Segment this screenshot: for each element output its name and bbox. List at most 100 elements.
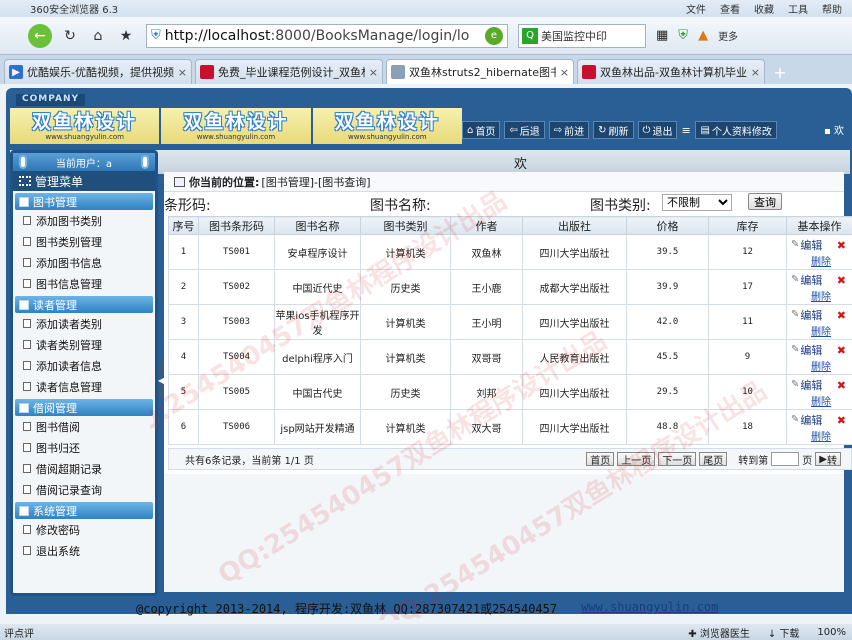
site-link[interactable]: www.shuangyulin.com (581, 600, 718, 617)
delete-link[interactable]: 删除 (811, 323, 852, 338)
table-cell: 刘邦 (450, 374, 523, 410)
table-cell: 历史类 (360, 374, 451, 410)
sidebar-group-label: 图书管理 (33, 195, 77, 209)
delete-link[interactable]: 删除 (811, 393, 852, 408)
menu-grid-icon (19, 176, 31, 186)
delete-link[interactable]: 删除 (811, 288, 852, 303)
sidebar-item-label: 添加读者类别 (36, 317, 102, 331)
nav-button-3[interactable]: ⇨ 前进 (548, 121, 590, 139)
more-menu[interactable]: 更多 (718, 28, 738, 43)
menu-favorites[interactable]: 收藏 (754, 1, 774, 16)
download-button[interactable]: ↓ 下载 (768, 625, 800, 640)
column-header: 作者 (450, 216, 523, 235)
refresh-icon[interactable]: ↻ (58, 24, 82, 48)
new-tab-icon[interactable]: + (768, 60, 792, 84)
delete-x-icon[interactable]: ✖ (837, 274, 846, 287)
security-icon[interactable]: ⛨ (678, 28, 688, 43)
nav-button-1[interactable]: ⌂ 首页 (462, 121, 501, 139)
close-icon[interactable]: × (178, 66, 187, 79)
sidebar-group-header[interactable]: 借阅管理 (15, 399, 153, 416)
table-cell: 成都大学出版社 (522, 269, 627, 305)
home-icon[interactable]: ⌂ (86, 24, 110, 48)
table-cell: TS001 (198, 234, 275, 270)
menu-help[interactable]: 帮助 (822, 1, 842, 16)
address-bar[interactable]: ⛨ http://localhost:8000/BooksManage/logi… (146, 23, 508, 48)
first-page-button[interactable]: 首页 (586, 452, 615, 467)
book-table: 序号 图书条形码 图书名称 图书类别 作者 出版社 价格 库存 基本操作 1 TS001 安卓程序设… (168, 216, 852, 445)
menu-view[interactable]: 查看 (720, 1, 740, 16)
browser-tab[interactable]: 双鱼林出品-双鱼林计算机毕业 × (577, 59, 765, 84)
sidebar-item[interactable]: 图书类别管理 (13, 231, 155, 252)
sidebar-item[interactable]: 读者类别管理 (13, 334, 155, 355)
delete-x-icon[interactable]: ✖ (837, 414, 846, 427)
next-page-button[interactable]: 下一页 (658, 452, 697, 467)
sidebar-group-header[interactable]: 系统管理 (15, 502, 153, 519)
menu-tools[interactable]: 工具 (788, 1, 808, 16)
table-cell: 王小明 (450, 304, 523, 340)
delete-x-icon[interactable]: ✖ (837, 344, 846, 357)
table-cell: 42.0 (626, 304, 709, 340)
menu-file[interactable]: 文件 (686, 1, 706, 16)
sidebar-item-label: 借阅记录查询 (36, 483, 102, 497)
sidebar-item[interactable]: 借阅记录查询 (13, 479, 155, 500)
book-name-input[interactable] (436, 196, 576, 212)
sidebar-item[interactable]: 退出系统 (13, 540, 155, 561)
delete-x-icon[interactable]: ✖ (837, 379, 846, 392)
back-icon[interactable]: ← (28, 23, 52, 48)
nav-button-2[interactable]: ⇦ 后退 (504, 121, 545, 139)
browser-tab[interactable]: 免费_毕业课程范例设计_双鱼林 × (195, 59, 383, 84)
search-text: 美国监控中印 (541, 29, 607, 43)
goto-button[interactable]: ▶ 转 (815, 452, 841, 467)
row-actions: ✎ 编辑 删除 ✖ (786, 374, 852, 410)
delete-x-icon[interactable]: ✖ (837, 309, 846, 322)
sidebar-group-header[interactable]: 图书管理 (15, 193, 153, 210)
sidebar-item[interactable]: 添加读者类别 (13, 313, 155, 334)
sidebar-item[interactable]: 添加图书类别 (13, 210, 155, 231)
browser-tab[interactable]: ▶ 优酷娱乐-优酷视频，提供视频 × (4, 59, 192, 84)
goto-page-input[interactable] (771, 452, 800, 466)
table-cell: 计算机类 (360, 234, 451, 270)
delete-x-icon[interactable]: ✖ (837, 239, 846, 252)
sidebar-item-label: 图书归还 (36, 441, 80, 455)
current-user: 当前用户：a (13, 153, 155, 171)
sidebar-item[interactable]: 添加图书信息 (13, 252, 155, 273)
close-icon[interactable]: × (560, 66, 569, 79)
close-icon[interactable]: × (751, 66, 760, 79)
delete-link[interactable]: 删除 (811, 358, 852, 373)
prev-page-button[interactable]: 上一页 (617, 452, 656, 467)
apps-icon[interactable]: ▦ (656, 28, 668, 43)
pencil-icon: ✎ (791, 344, 800, 355)
goto-label: 转到第 (738, 455, 769, 467)
document-icon (23, 546, 31, 555)
delete-link[interactable]: 删除 (811, 428, 852, 443)
nav-button-6[interactable]: ▤ 个人资料修改 (695, 121, 777, 139)
sidebar-item[interactable]: 修改密码 (13, 519, 155, 540)
table-cell: 历史类 (360, 269, 451, 305)
sidebar-item[interactable]: 图书归还 (13, 437, 155, 458)
row-actions: ✎ 编辑 删除 ✖ (786, 269, 852, 305)
search-box[interactable]: Q 美国监控中印 (518, 23, 646, 48)
document-icon (23, 525, 31, 534)
nav-button-5[interactable]: ⏻ 退出 (637, 121, 678, 139)
book-type-select[interactable]: 不限制 (662, 194, 732, 211)
query-button[interactable]: 查询 (748, 193, 782, 210)
last-page-button[interactable]: 尾页 (699, 452, 728, 467)
nav-button-4[interactable]: ↻ 刷新 (593, 121, 634, 139)
browser-tab[interactable]: 双鱼林struts2_hibernate图书 × (386, 59, 574, 84)
go-icon[interactable]: e (485, 26, 503, 45)
sidebar-item[interactable]: 借阅超期记录 (13, 458, 155, 479)
sidebar-item[interactable]: 添加读者信息 (13, 355, 155, 376)
star-icon[interactable]: ★ (114, 24, 138, 48)
sidebar-item[interactable]: 图书信息管理 (13, 273, 155, 294)
sidebar-item[interactable]: 读者信息管理 (13, 376, 155, 397)
delete-link[interactable]: 删除 (811, 253, 852, 268)
close-icon[interactable]: × (369, 66, 378, 79)
barcode-input[interactable] (216, 196, 356, 212)
sidebar-group-header[interactable]: 读者管理 (15, 296, 153, 313)
zoom-level[interactable]: 100% (817, 627, 846, 638)
edit-label: 编辑 (800, 308, 823, 322)
browser-switch-icon[interactable]: ▲ (698, 28, 708, 43)
browser-doctor[interactable]: ✚ 浏览器医生 (688, 625, 750, 640)
table-row: 1 TS001 安卓程序设计 计算机类 双鱼林 四川大学出版社 39.5 12 ✎ 编辑 删除 ✖ (168, 234, 852, 270)
sidebar-item[interactable]: 图书借阅 (13, 416, 155, 437)
